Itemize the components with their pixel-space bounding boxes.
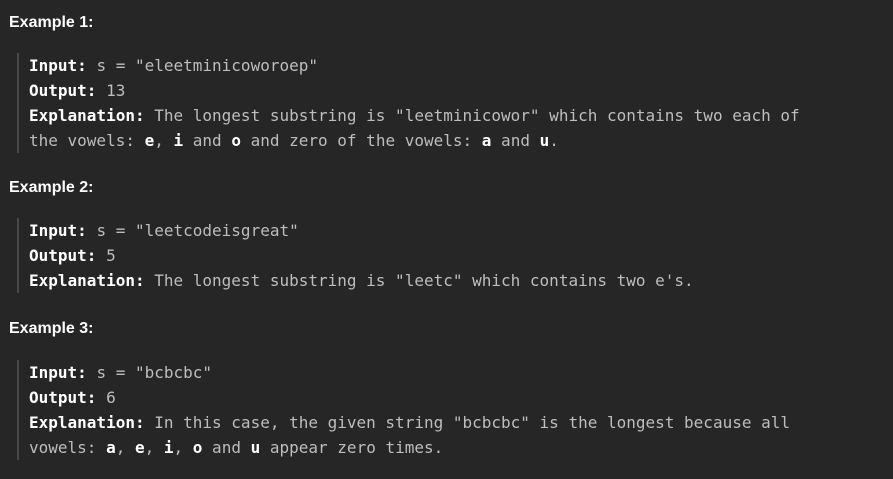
explanation-text-part: vowels: <box>29 438 107 457</box>
explanation-text: In this case, the given string "bcbcbc" … <box>154 413 790 432</box>
explanation-text-part: the vowels: <box>29 131 145 150</box>
input-label: Input: <box>29 363 87 382</box>
vowel-bold: e <box>134 438 145 457</box>
example-3-block: Input: s = "bcbcbc" Output: 6 Explanatio… <box>17 360 893 460</box>
input-label: Input: <box>29 56 87 75</box>
explanation-line: Explanation: The longest substring is "l… <box>29 268 893 293</box>
vowel-bold: u <box>539 131 550 150</box>
explanation-line: Explanation: The longest substring is "l… <box>29 103 893 128</box>
explanation-text-part: and <box>183 131 232 150</box>
vowel-bold: i <box>163 438 174 457</box>
explanation-label: Explanation: <box>29 271 145 290</box>
input-label: Input: <box>29 221 87 240</box>
problem-examples: Example 1: Input: s = "eleetminicoworoep… <box>0 0 893 479</box>
input-line: Input: s = "eleetminicoworoep" <box>29 53 893 78</box>
explanation-text-part: appear zero times. <box>260 438 444 457</box>
explanation-text: The longest substring is "leetc" which c… <box>154 271 694 290</box>
vowel-bold: u <box>250 438 261 457</box>
explanation-continuation: the vowels: e, i and o and zero of the v… <box>29 128 893 153</box>
output-label: Output: <box>29 388 97 407</box>
explanation-line: Explanation: In this case, the given str… <box>29 410 893 435</box>
vowel-bold: a <box>481 131 492 150</box>
example-2-block: Input: s = "leetcodeisgreat" Output: 5 E… <box>17 218 893 293</box>
explanation-text-part: , <box>154 131 174 150</box>
explanation-text-part: and <box>491 131 540 150</box>
explanation-text-part: and zero of the vowels: <box>240 131 482 150</box>
explanation-text-part: . <box>549 131 559 150</box>
output-line: Output: 5 <box>29 243 893 268</box>
output-line: Output: 13 <box>29 78 893 103</box>
example-2-title: Example 2: <box>9 179 94 196</box>
vowel-bold: a <box>106 438 116 457</box>
explanation-text-part: , <box>115 438 135 457</box>
input-value: s = "eleetminicoworoep" <box>96 56 318 75</box>
output-value: 5 <box>106 246 116 265</box>
output-value: 6 <box>106 388 116 407</box>
explanation-continuation: vowels: a, e, i, o and u appear zero tim… <box>29 435 893 460</box>
explanation-text-part: and <box>202 438 251 457</box>
explanation-label: Explanation: <box>29 413 145 432</box>
example-3-title: Example 3: <box>9 320 94 337</box>
output-label: Output: <box>29 246 97 265</box>
input-line: Input: s = "bcbcbc" <box>29 360 893 385</box>
explanation-text-part: , <box>144 438 164 457</box>
example-1-block: Input: s = "eleetminicoworoep" Output: 1… <box>17 53 893 153</box>
vowel-bold: o <box>231 131 241 150</box>
input-line: Input: s = "leetcodeisgreat" <box>29 218 893 243</box>
vowel-bold: o <box>192 438 203 457</box>
explanation-text-part: , <box>173 438 193 457</box>
output-label: Output: <box>29 81 97 100</box>
example-1-title: Example 1: <box>9 14 94 31</box>
output-value: 13 <box>106 81 126 100</box>
vowel-bold: i <box>173 131 184 150</box>
input-value: s = "bcbcbc" <box>96 363 213 382</box>
explanation-label: Explanation: <box>29 106 145 125</box>
output-line: Output: 6 <box>29 385 893 410</box>
explanation-text: The longest substring is "leetminicowor"… <box>154 106 800 125</box>
vowel-bold: e <box>144 131 155 150</box>
input-value: s = "leetcodeisgreat" <box>96 221 299 240</box>
